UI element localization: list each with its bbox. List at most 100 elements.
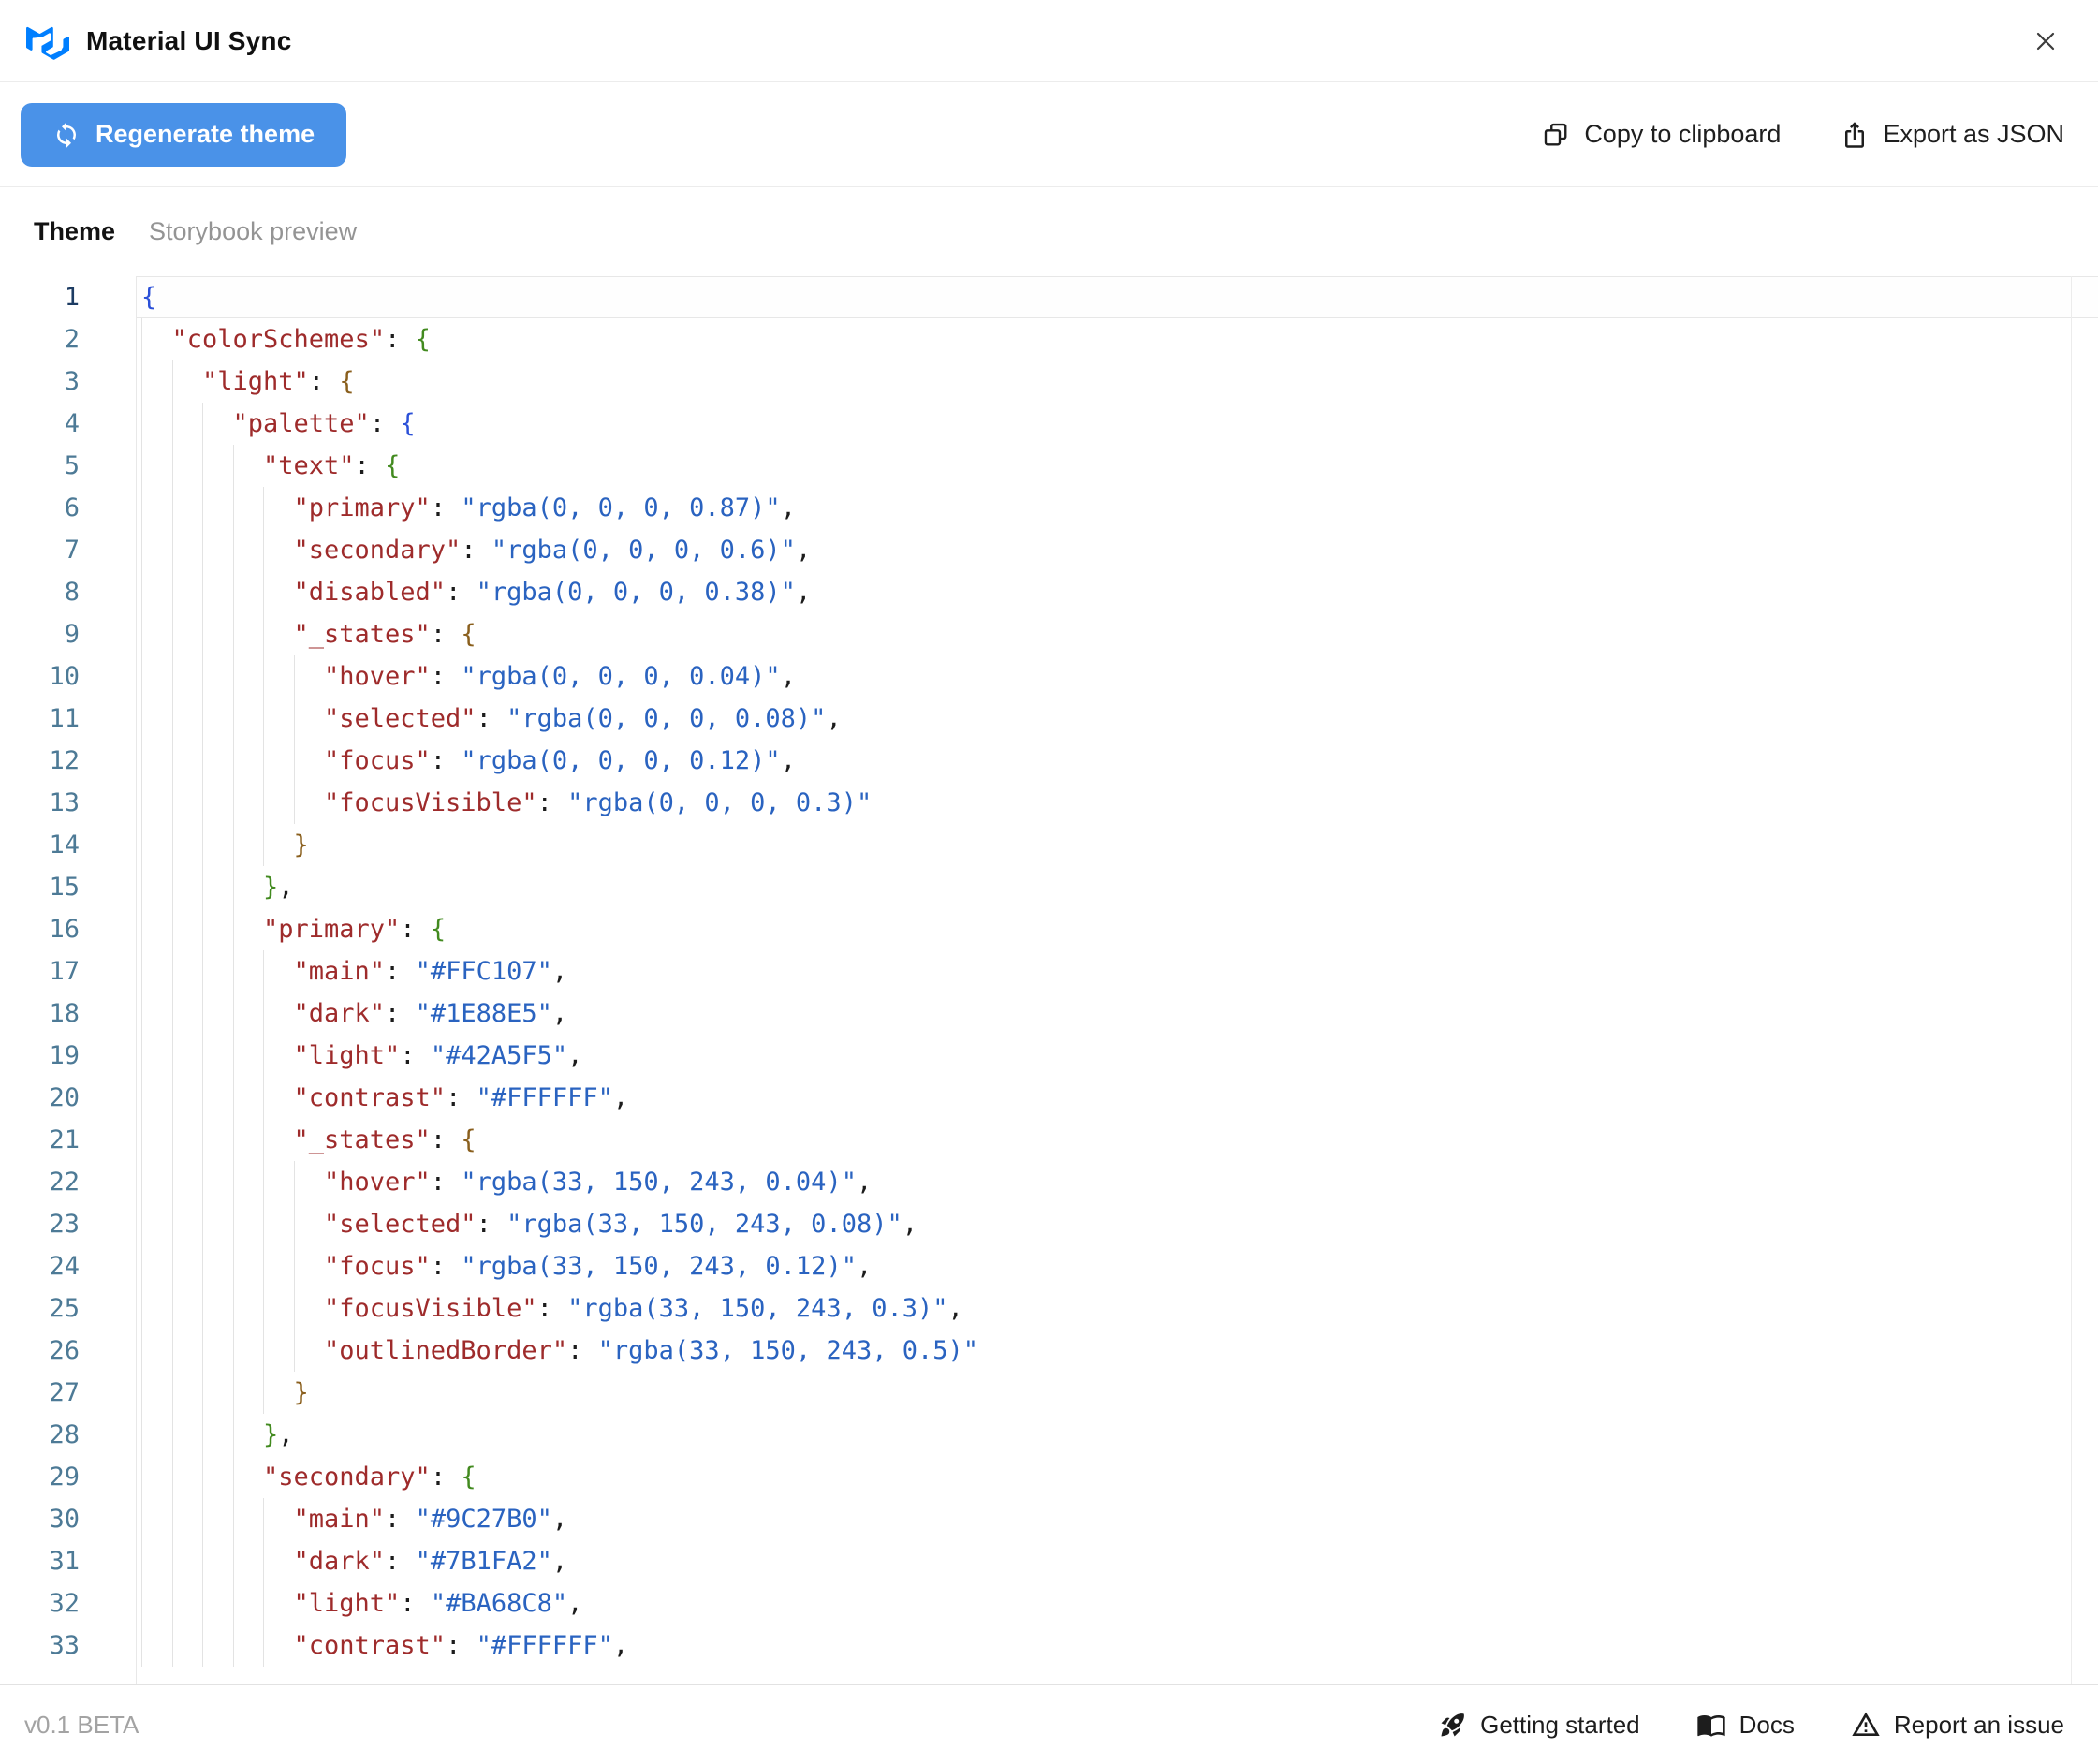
code-line[interactable]: 5"text": { [0,445,2098,487]
report-an-issue-label: Report an issue [1894,1711,2064,1740]
code-line-content[interactable]: "focus": "rgba(0, 0, 0, 0.12)", [136,740,2098,782]
code-line-content[interactable]: "palette": { [136,403,2098,445]
code-line[interactable]: 33"contrast": "#FFFFFF", [0,1624,2098,1667]
indent-guide [172,1161,203,1203]
code-line[interactable]: 3"light": { [0,360,2098,403]
indent-guide [202,1245,233,1287]
code-line[interactable]: 21"_states": { [0,1119,2098,1161]
code-line-content[interactable]: "contrast": "#FFFFFF", [136,1077,2098,1119]
code-line-content[interactable]: "light": "#BA68C8", [136,1582,2098,1624]
close-button[interactable] [2027,22,2064,60]
code-line-content[interactable]: }, [136,1414,2098,1456]
code-line-content[interactable]: "_states": { [136,613,2098,655]
code-line[interactable]: 13"focusVisible": "rgba(0, 0, 0, 0.3)" [0,782,2098,824]
line-number: 6 [0,487,136,529]
code-line[interactable]: 8"disabled": "rgba(0, 0, 0, 0.38)", [0,571,2098,613]
line-number: 24 [0,1245,136,1287]
code-line[interactable]: 25"focusVisible": "rgba(33, 150, 243, 0.… [0,1287,2098,1330]
code-line[interactable]: 7"secondary": "rgba(0, 0, 0, 0.6)", [0,529,2098,571]
indent-guide [141,529,172,571]
code-line-content[interactable]: "hover": "rgba(0, 0, 0, 0.04)", [136,655,2098,698]
code-line[interactable]: 24"focus": "rgba(33, 150, 243, 0.12)", [0,1245,2098,1287]
code-line-content[interactable]: "text": { [136,445,2098,487]
code-line-content[interactable]: "selected": "rgba(33, 150, 243, 0.08)", [136,1203,2098,1245]
code-line[interactable]: 14} [0,824,2098,866]
indent-guide [294,1203,325,1245]
code-line[interactable]: 27} [0,1372,2098,1414]
code-line-content[interactable]: "primary": "rgba(0, 0, 0, 0.87)", [136,487,2098,529]
code-line[interactable]: 15}, [0,866,2098,908]
code-line-content[interactable]: "hover": "rgba(33, 150, 243, 0.04)", [136,1161,2098,1203]
docs-link[interactable]: Docs [1696,1710,1795,1740]
code-line-content[interactable]: }, [136,866,2098,908]
indent-guide [141,992,172,1035]
code-line[interactable]: 19"light": "#42A5F5", [0,1035,2098,1077]
code-line[interactable]: 1{ [0,276,2098,318]
code-line-content[interactable]: "focusVisible": "rgba(0, 0, 0, 0.3)" [136,782,2098,824]
code-line[interactable]: 6"primary": "rgba(0, 0, 0, 0.87)", [0,487,2098,529]
code-line[interactable]: 31"dark": "#7B1FA2", [0,1540,2098,1582]
tab-storybook-preview[interactable]: Storybook preview [149,217,357,246]
getting-started-link[interactable]: Getting started [1439,1711,1640,1740]
code-line[interactable]: 11"selected": "rgba(0, 0, 0, 0.08)", [0,698,2098,740]
code-line[interactable]: 28}, [0,1414,2098,1456]
code-line-content[interactable]: } [136,1372,2098,1414]
indent-guide [233,1203,264,1245]
code-line-content[interactable]: "light": { [136,360,2098,403]
code-line[interactable]: 10"hover": "rgba(0, 0, 0, 0.04)", [0,655,2098,698]
indent-guide [141,1035,172,1077]
indent-guide [263,655,294,698]
code-line[interactable]: 2"colorSchemes": { [0,318,2098,360]
indent-guide [141,487,172,529]
app-header: Material UI Sync [0,0,2098,82]
code-line-content[interactable]: "light": "#42A5F5", [136,1035,2098,1077]
code-line-content[interactable]: "focus": "rgba(33, 150, 243, 0.12)", [136,1245,2098,1287]
code-line[interactable]: 16"primary": { [0,908,2098,950]
code-line-content[interactable]: "secondary": "rgba(0, 0, 0, 0.6)", [136,529,2098,571]
code-line-content[interactable]: } [136,824,2098,866]
indent-guide [233,1372,264,1414]
code-line-content[interactable]: "disabled": "rgba(0, 0, 0, 0.38)", [136,571,2098,613]
code-line[interactable]: 9"_states": { [0,613,2098,655]
indent-guide [172,866,203,908]
code-line[interactable]: 30"main": "#9C27B0", [0,1498,2098,1540]
code-line[interactable]: 29"secondary": { [0,1456,2098,1498]
code-line-content[interactable]: "outlinedBorder": "rgba(33, 150, 243, 0.… [136,1330,2098,1372]
code-line-content[interactable]: "focusVisible": "rgba(33, 150, 243, 0.3)… [136,1287,2098,1330]
copy-icon [1542,121,1570,149]
code-line[interactable]: 17"main": "#FFC107", [0,950,2098,992]
indent-guide [202,403,233,445]
code-line[interactable]: 26"outlinedBorder": "rgba(33, 150, 243, … [0,1330,2098,1372]
code-line-content[interactable]: "main": "#FFC107", [136,950,2098,992]
indent-guide [202,1287,233,1330]
indent-guide [263,1161,294,1203]
indent-guide [233,992,264,1035]
code-line[interactable]: 23"selected": "rgba(33, 150, 243, 0.08)"… [0,1203,2098,1245]
code-line-content[interactable]: { [136,276,2098,318]
code-line-content[interactable]: "dark": "#1E88E5", [136,992,2098,1035]
code-line[interactable]: 20"contrast": "#FFFFFF", [0,1077,2098,1119]
code-line-content[interactable]: "_states": { [136,1119,2098,1161]
code-line-content[interactable]: "contrast": "#FFFFFF", [136,1624,2098,1667]
code-line-content[interactable]: "selected": "rgba(0, 0, 0, 0.08)", [136,698,2098,740]
tab-theme[interactable]: Theme [34,217,115,246]
indent-guide [233,908,264,950]
code-line-content[interactable]: "colorSchemes": { [136,318,2098,360]
code-line[interactable]: 32"light": "#BA68C8", [0,1582,2098,1624]
regenerate-theme-button[interactable]: Regenerate theme [21,103,346,167]
report-an-issue-link[interactable]: Report an issue [1851,1710,2064,1740]
code-line-content[interactable]: "dark": "#7B1FA2", [136,1540,2098,1582]
code-line[interactable]: 12"focus": "rgba(0, 0, 0, 0.12)", [0,740,2098,782]
code-editor[interactable]: 1{2"colorSchemes": {3"light": {4"palette… [0,276,2098,1684]
code-line-content[interactable]: "main": "#9C27B0", [136,1498,2098,1540]
code-line[interactable]: 22"hover": "rgba(33, 150, 243, 0.04)", [0,1161,2098,1203]
copy-to-clipboard-button[interactable]: Copy to clipboard [1542,120,1781,149]
code-line-content[interactable]: "primary": { [136,908,2098,950]
code-line[interactable]: 18"dark": "#1E88E5", [0,992,2098,1035]
export-as-json-button[interactable]: Export as JSON [1841,120,2064,149]
indent-guide [141,1540,172,1582]
code-line-content[interactable]: "secondary": { [136,1456,2098,1498]
line-number: 18 [0,992,136,1035]
indent-guide [172,950,203,992]
code-line[interactable]: 4"palette": { [0,403,2098,445]
